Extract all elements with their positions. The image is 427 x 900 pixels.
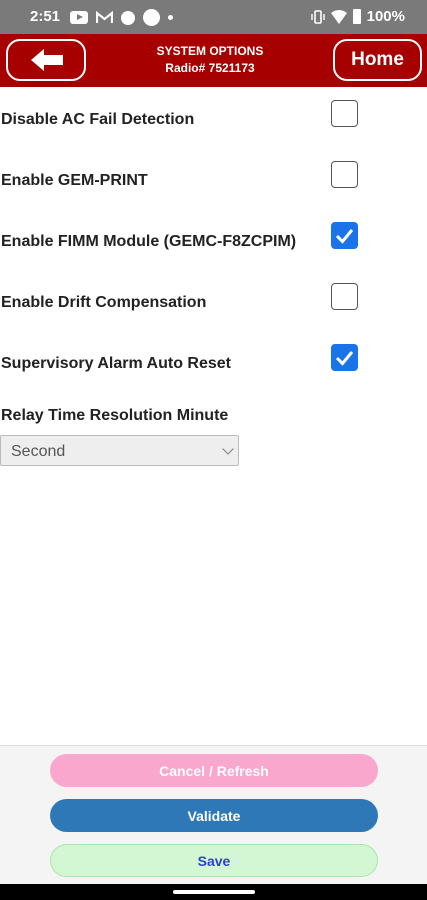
action-footer: Cancel / Refresh Validate Save xyxy=(0,745,427,884)
navigation-bar xyxy=(0,884,427,900)
option-row-ac-fail: Disable AC Fail Detection xyxy=(0,100,427,140)
battery-percent: 100% xyxy=(366,8,405,25)
dot-icon xyxy=(168,15,173,20)
select-value: Second xyxy=(11,443,66,460)
relay-resolution-label: Relay Time Resolution Minute xyxy=(1,407,229,424)
option-row-gem-print: Enable GEM-PRINT xyxy=(0,161,427,201)
option-checkbox[interactable] xyxy=(331,161,358,188)
save-button[interactable]: Save xyxy=(50,844,378,877)
page-title: SYSTEM OPTIONS Radio# 7521173 xyxy=(120,43,300,77)
app-header: SYSTEM OPTIONS Radio# 7521173 Home xyxy=(0,34,427,87)
gmail-icon xyxy=(95,10,114,24)
option-label: Supervisory Alarm Auto Reset xyxy=(1,355,231,372)
home-button[interactable]: Home xyxy=(333,39,422,81)
option-checkbox[interactable] xyxy=(331,222,358,249)
home-gesture-handle[interactable] xyxy=(173,890,255,894)
page-subtitle: Radio# 7521173 xyxy=(165,61,255,75)
status-time: 2:51 xyxy=(30,8,61,25)
notification-icons xyxy=(70,9,173,26)
cancel-refresh-button[interactable]: Cancel / Refresh xyxy=(50,754,378,787)
option-row-drift-compensation: Enable Drift Compensation xyxy=(0,283,427,323)
relay-resolution-select[interactable]: Second xyxy=(0,435,239,466)
option-checkbox[interactable] xyxy=(331,100,358,127)
arrow-left-icon xyxy=(31,49,63,71)
wifi-icon xyxy=(330,9,347,24)
app-icon xyxy=(121,10,135,25)
option-label: Disable AC Fail Detection xyxy=(1,111,195,128)
battery-icon xyxy=(352,9,361,24)
option-label: Enable Drift Compensation xyxy=(1,294,207,311)
vibrate-icon xyxy=(310,9,325,24)
chevron-down-icon xyxy=(222,443,234,455)
circle-icon xyxy=(143,9,160,26)
validate-button[interactable]: Validate xyxy=(50,799,378,832)
status-bar: 2:51 100% xyxy=(0,0,427,34)
page-title-main: SYSTEM OPTIONS xyxy=(156,44,264,58)
option-label: Enable FIMM Module (GEMC-F8ZCPIM) xyxy=(1,233,297,250)
system-icons: 100% xyxy=(310,8,405,25)
option-checkbox[interactable] xyxy=(331,283,358,310)
checkmark-icon xyxy=(335,351,354,366)
option-row-fimm-module: Enable FIMM Module (GEMC-F8ZCPIM) xyxy=(0,222,427,262)
option-row-alarm-auto-reset: Supervisory Alarm Auto Reset xyxy=(0,344,427,384)
back-button[interactable] xyxy=(6,39,86,81)
checkmark-icon xyxy=(335,229,354,244)
option-label: Enable GEM-PRINT xyxy=(1,172,148,189)
youtube-icon xyxy=(70,11,88,24)
option-checkbox[interactable] xyxy=(331,344,358,371)
